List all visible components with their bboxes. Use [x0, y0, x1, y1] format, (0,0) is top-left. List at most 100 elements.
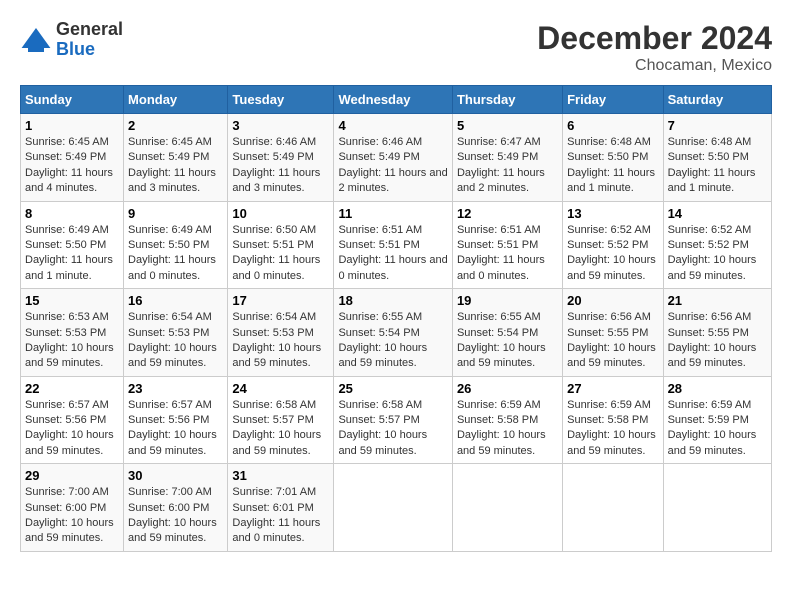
- day-info: Sunrise: 6:50 AMSunset: 5:51 PMDaylight:…: [232, 223, 329, 285]
- day-info: Sunrise: 6:54 AMSunset: 5:53 PMDaylight:…: [232, 310, 329, 372]
- calendar-cell: 18 Sunrise: 6:55 AMSunset: 5:54 PMDayligh…: [334, 289, 453, 377]
- day-number: 16: [128, 293, 223, 308]
- week-row-3: 15Sunrise: 6:53 AMSunset: 5:53 PMDayligh…: [21, 289, 772, 377]
- col-tuesday: Tuesday: [228, 86, 334, 114]
- day-number: 21: [668, 293, 767, 308]
- calendar-cell: 26 Sunrise: 6:59 AMSunset: 5:58 PMDayligh…: [452, 376, 562, 464]
- calendar-body: 1 Sunrise: 6:45 AMSunset: 5:49 PMDaylight…: [21, 114, 772, 552]
- logo-icon: [20, 24, 52, 56]
- header-row: Sunday Monday Tuesday Wednesday Thursday…: [21, 86, 772, 114]
- day-number: 22: [25, 381, 119, 396]
- day-number: 19: [457, 293, 558, 308]
- day-info: Sunrise: 6:47 AMSunset: 5:49 PMDaylight:…: [457, 135, 558, 197]
- day-number: 15: [25, 293, 119, 308]
- main-title: December 2024: [537, 20, 772, 57]
- day-info: Sunrise: 6:45 AMSunset: 5:49 PMDaylight:…: [128, 135, 223, 197]
- day-info: Sunrise: 6:59 AMSunset: 5:58 PMDaylight:…: [567, 398, 658, 460]
- calendar-cell: [563, 464, 663, 552]
- calendar-cell: 27 Sunrise: 6:59 AMSunset: 5:58 PMDayligh…: [563, 376, 663, 464]
- col-monday: Monday: [124, 86, 228, 114]
- day-number: 14: [668, 206, 767, 221]
- day-info: Sunrise: 6:52 AMSunset: 5:52 PMDaylight:…: [567, 223, 658, 285]
- day-info: Sunrise: 7:00 AMSunset: 6:00 PMDaylight:…: [128, 485, 223, 547]
- day-number: 2: [128, 118, 223, 133]
- calendar-cell: 21Sunrise: 6:56 AMSunset: 5:55 PMDayligh…: [663, 289, 771, 377]
- calendar-cell: 28Sunrise: 6:59 AMSunset: 5:59 PMDayligh…: [663, 376, 771, 464]
- day-info: Sunrise: 6:52 AMSunset: 5:52 PMDaylight:…: [668, 223, 767, 285]
- calendar-cell: 13 Sunrise: 6:52 AMSunset: 5:52 PMDayligh…: [563, 201, 663, 289]
- day-info: Sunrise: 6:55 AMSunset: 5:54 PMDaylight:…: [457, 310, 558, 372]
- calendar-cell: 22 Sunrise: 6:57 AMSunset: 5:56 PMDayligh…: [21, 376, 124, 464]
- calendar-cell: 5 Sunrise: 6:47 AMSunset: 5:49 PMDaylight…: [452, 114, 562, 202]
- col-friday: Friday: [563, 86, 663, 114]
- calendar-cell: 20Sunrise: 6:56 AMSunset: 5:55 PMDayligh…: [563, 289, 663, 377]
- day-number: 11: [338, 206, 448, 221]
- calendar-cell: 12Sunrise: 6:51 AMSunset: 5:51 PMDayligh…: [452, 201, 562, 289]
- day-info: Sunrise: 6:57 AMSunset: 5:56 PMDaylight:…: [128, 398, 223, 460]
- calendar-cell: 14 Sunrise: 6:52 AMSunset: 5:52 PMDayligh…: [663, 201, 771, 289]
- day-number: 9: [128, 206, 223, 221]
- day-number: 13: [567, 206, 658, 221]
- day-info: Sunrise: 6:59 AMSunset: 5:59 PMDaylight:…: [668, 398, 767, 460]
- day-info: Sunrise: 7:01 AMSunset: 6:01 PMDaylight:…: [232, 485, 329, 547]
- week-row-1: 1 Sunrise: 6:45 AMSunset: 5:49 PMDaylight…: [21, 114, 772, 202]
- calendar-cell: 7Sunrise: 6:48 AMSunset: 5:50 PMDaylight…: [663, 114, 771, 202]
- calendar-cell: [334, 464, 453, 552]
- day-info: Sunrise: 6:51 AMSunset: 5:51 PMDaylight:…: [457, 223, 558, 285]
- day-number: 25: [338, 381, 448, 396]
- week-row-5: 29 Sunrise: 7:00 AMSunset: 6:00 PMDayligh…: [21, 464, 772, 552]
- calendar-cell: 3 Sunrise: 6:46 AMSunset: 5:49 PMDaylight…: [228, 114, 334, 202]
- col-saturday: Saturday: [663, 86, 771, 114]
- calendar-cell: 19 Sunrise: 6:55 AMSunset: 5:54 PMDayligh…: [452, 289, 562, 377]
- calendar-cell: 31Sunrise: 7:01 AMSunset: 6:01 PMDayligh…: [228, 464, 334, 552]
- calendar-cell: 29 Sunrise: 7:00 AMSunset: 6:00 PMDayligh…: [21, 464, 124, 552]
- calendar-cell: 16 Sunrise: 6:54 AMSunset: 5:53 PMDayligh…: [124, 289, 228, 377]
- day-info: Sunrise: 6:58 AMSunset: 5:57 PMDaylight:…: [338, 398, 448, 460]
- col-thursday: Thursday: [452, 86, 562, 114]
- day-info: Sunrise: 6:51 AMSunset: 5:51 PMDaylight:…: [338, 223, 448, 285]
- col-sunday: Sunday: [21, 86, 124, 114]
- calendar-cell: 24Sunrise: 6:58 AMSunset: 5:57 PMDayligh…: [228, 376, 334, 464]
- day-info: Sunrise: 6:45 AMSunset: 5:49 PMDaylight:…: [25, 135, 119, 197]
- day-info: Sunrise: 6:46 AMSunset: 5:49 PMDaylight:…: [232, 135, 329, 197]
- day-info: Sunrise: 6:49 AMSunset: 5:50 PMDaylight:…: [128, 223, 223, 285]
- day-number: 1: [25, 118, 119, 133]
- day-info: Sunrise: 6:58 AMSunset: 5:57 PMDaylight:…: [232, 398, 329, 460]
- day-number: 4: [338, 118, 448, 133]
- day-number: 6: [567, 118, 658, 133]
- calendar-cell: 2 Sunrise: 6:45 AMSunset: 5:49 PMDaylight…: [124, 114, 228, 202]
- day-number: 5: [457, 118, 558, 133]
- calendar-cell: 10Sunrise: 6:50 AMSunset: 5:51 PMDayligh…: [228, 201, 334, 289]
- day-number: 20: [567, 293, 658, 308]
- day-info: Sunrise: 6:59 AMSunset: 5:58 PMDaylight:…: [457, 398, 558, 460]
- logo: General Blue: [20, 20, 123, 60]
- day-info: Sunrise: 7:00 AMSunset: 6:00 PMDaylight:…: [25, 485, 119, 547]
- day-info: Sunrise: 6:57 AMSunset: 5:56 PMDaylight:…: [25, 398, 119, 460]
- calendar-cell: 23 Sunrise: 6:57 AMSunset: 5:56 PMDayligh…: [124, 376, 228, 464]
- day-info: Sunrise: 6:54 AMSunset: 5:53 PMDaylight:…: [128, 310, 223, 372]
- week-row-2: 8Sunrise: 6:49 AMSunset: 5:50 PMDaylight…: [21, 201, 772, 289]
- calendar-cell: 11 Sunrise: 6:51 AMSunset: 5:51 PMDayligh…: [334, 201, 453, 289]
- calendar-cell: 8Sunrise: 6:49 AMSunset: 5:50 PMDaylight…: [21, 201, 124, 289]
- calendar-cell: 25 Sunrise: 6:58 AMSunset: 5:57 PMDayligh…: [334, 376, 453, 464]
- calendar-cell: 17Sunrise: 6:54 AMSunset: 5:53 PMDayligh…: [228, 289, 334, 377]
- day-info: Sunrise: 6:55 AMSunset: 5:54 PMDaylight:…: [338, 310, 448, 372]
- week-row-4: 22 Sunrise: 6:57 AMSunset: 5:56 PMDayligh…: [21, 376, 772, 464]
- day-number: 23: [128, 381, 223, 396]
- day-number: 29: [25, 468, 119, 483]
- calendar-table: Sunday Monday Tuesday Wednesday Thursday…: [20, 85, 772, 552]
- day-number: 3: [232, 118, 329, 133]
- calendar-cell: [663, 464, 771, 552]
- logo-general: General: [56, 20, 123, 40]
- day-number: 18: [338, 293, 448, 308]
- col-wednesday: Wednesday: [334, 86, 453, 114]
- calendar-cell: [452, 464, 562, 552]
- page-header: General Blue December 2024 Chocaman, Mex…: [20, 20, 772, 75]
- calendar-cell: 6Sunrise: 6:48 AMSunset: 5:50 PMDaylight…: [563, 114, 663, 202]
- day-number: 27: [567, 381, 658, 396]
- calendar-cell: 30Sunrise: 7:00 AMSunset: 6:00 PMDayligh…: [124, 464, 228, 552]
- day-number: 26: [457, 381, 558, 396]
- day-info: Sunrise: 6:46 AMSunset: 5:49 PMDaylight:…: [338, 135, 448, 197]
- calendar-cell: 9 Sunrise: 6:49 AMSunset: 5:50 PMDaylight…: [124, 201, 228, 289]
- day-info: Sunrise: 6:48 AMSunset: 5:50 PMDaylight:…: [668, 135, 767, 197]
